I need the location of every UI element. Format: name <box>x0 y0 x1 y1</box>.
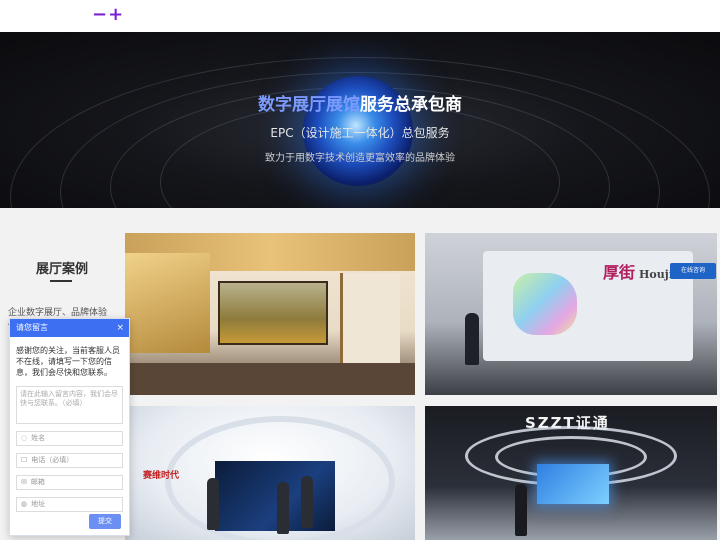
wheat-wall <box>125 253 210 353</box>
message-panel-header: 请您留言 × <box>10 319 129 337</box>
phone-icon: ☐ <box>21 456 28 464</box>
section-title-underline <box>50 280 72 282</box>
case-card-saiwei-hall[interactable]: 赛维时代 <box>125 406 415 540</box>
email-field[interactable]: ✉ 邮箱 <box>16 475 123 490</box>
visitor-figure <box>301 476 313 528</box>
hero-tagline: 致力于用数字技术创造更富效率的品牌体验 <box>265 153 455 164</box>
email-placeholder: 邮箱 <box>30 478 45 486</box>
user-icon: ◌ <box>21 434 28 442</box>
top-bar: −+ <box>0 0 720 32</box>
houjie-brand: 厚街 Houjie <box>603 259 680 283</box>
display-screen <box>218 281 328 345</box>
address-placeholder: 地址 <box>31 500 46 508</box>
visitor-figure <box>515 484 527 536</box>
location-icon: ◍ <box>21 500 28 508</box>
phone-placeholder: 电话（必填） <box>31 456 74 464</box>
houjie-brand-cn: 厚街 <box>603 263 636 282</box>
hero-banner: 数字展厅展馆服务总承包商 EPC（设计施工一体化）总包服务 致力于用数字技术创造… <box>0 32 720 208</box>
phone-field[interactable]: ☐ 电话（必填） <box>16 453 123 468</box>
submit-button[interactable]: 提交 <box>89 514 121 529</box>
display-screen <box>537 464 609 504</box>
district-map <box>513 273 577 335</box>
name-field[interactable]: ◌ 姓名 <box>16 431 123 446</box>
address-field[interactable]: ◍ 地址 <box>16 497 123 512</box>
message-textarea[interactable]: 请在此输入留言内容，我们会尽快与您联系。（必填） <box>16 386 123 424</box>
mail-icon: ✉ <box>21 478 27 486</box>
saiwei-logo: 赛维时代 <box>143 471 180 481</box>
hero-title: 数字展厅展馆服务总承包商 <box>0 90 720 115</box>
visitor-figure <box>207 478 219 530</box>
name-placeholder: 姓名 <box>31 434 46 442</box>
visitor-figure <box>277 482 289 534</box>
site-logo[interactable]: −+ <box>92 4 124 25</box>
online-chat-button[interactable]: 在线咨询 <box>670 263 716 279</box>
message-intro: 感谢您的关注，当前客服人员不在线，请填写一下您的信息，我们会尽快和您联系。 <box>16 346 120 377</box>
hero-title-rest: 服务总承包商 <box>360 95 462 115</box>
case-card-agriculture-hall[interactable] <box>125 233 415 395</box>
case-card-houjie-hall[interactable]: 厚街 Houjie 在线咨询 <box>425 233 717 395</box>
message-panel-title: 请您留言 <box>16 323 48 332</box>
hero-subtitle: EPC（设计施工一体化）总包服务 <box>270 126 450 140</box>
hero-title-accent: 数字展厅展馆 <box>258 95 360 115</box>
leave-message-panel: 请您留言 × 感谢您的关注，当前客服人员不在线，请填写一下您的信息，我们会尽快和… <box>9 318 130 536</box>
case-card-szzt-hall[interactable]: SZZT证通 <box>425 406 717 540</box>
world-map-screen <box>215 461 335 531</box>
info-panel <box>340 273 400 373</box>
floor <box>125 363 415 395</box>
close-icon[interactable]: × <box>116 319 124 337</box>
section-title: 展厅案例 <box>36 262 89 277</box>
visitor-figure <box>465 313 479 365</box>
